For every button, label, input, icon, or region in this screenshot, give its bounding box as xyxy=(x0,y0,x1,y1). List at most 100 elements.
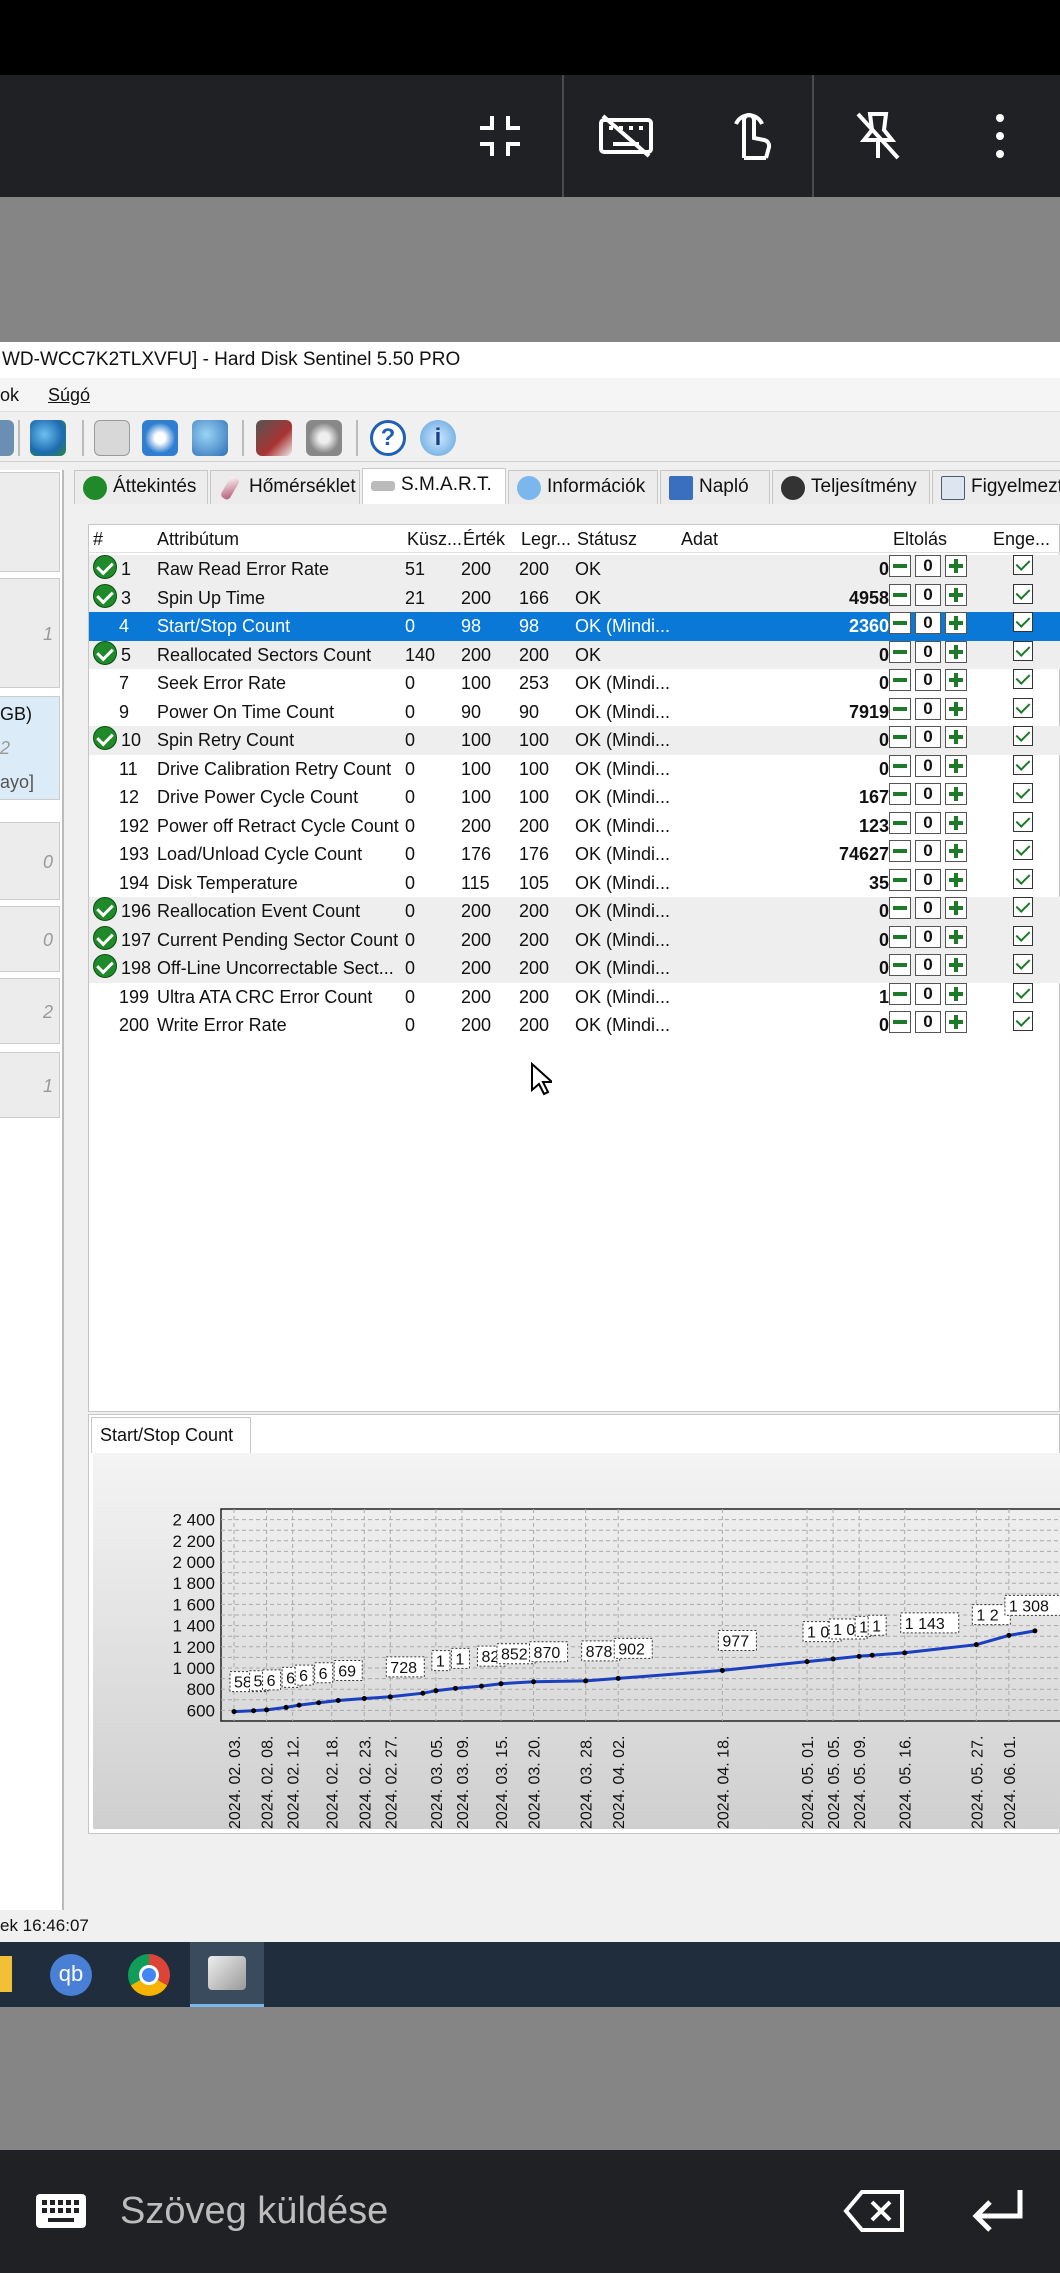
offset-decrease-button[interactable] xyxy=(889,640,911,663)
keyboard-icon[interactable] xyxy=(34,2192,88,2230)
offset-decrease-button[interactable] xyxy=(889,583,911,606)
offset-value[interactable]: 0 xyxy=(915,868,941,891)
table-row[interactable]: 1 Raw Read Error Rate 51 200 200 OK 0 0 xyxy=(89,555,1060,584)
sound-icon[interactable] xyxy=(306,420,342,456)
offset-value[interactable]: 0 xyxy=(915,697,941,720)
col-header-threshold[interactable]: Küsz... xyxy=(407,525,462,553)
enabled-checkbox[interactable] xyxy=(1013,783,1033,803)
info-icon[interactable]: i xyxy=(420,420,456,456)
offset-decrease-button[interactable] xyxy=(889,868,911,891)
globe-icon[interactable] xyxy=(30,420,66,456)
enabled-checkbox[interactable] xyxy=(1013,868,1033,889)
offset-value[interactable]: 0 xyxy=(915,754,941,777)
offset-decrease-button[interactable] xyxy=(889,697,911,720)
offset-decrease-button[interactable] xyxy=(889,754,911,777)
chart-tab[interactable]: Start/Stop Count xyxy=(91,1417,251,1453)
touch-icon[interactable] xyxy=(710,75,790,197)
disk-card[interactable]: 0 xyxy=(0,822,60,900)
disk-card[interactable]: 1 xyxy=(0,578,60,688)
offset-decrease-button[interactable] xyxy=(889,925,911,948)
offset-value[interactable]: 0 xyxy=(915,612,941,634)
col-header-data[interactable]: Adat xyxy=(681,525,718,553)
offset-increase-button[interactable] xyxy=(945,612,967,634)
disk-card-selected[interactable]: GB) 2 ayo] xyxy=(0,696,60,800)
tab-overview[interactable]: Áttekintés xyxy=(74,470,208,504)
offset-increase-button[interactable] xyxy=(945,868,967,891)
offset-increase-button[interactable] xyxy=(945,754,967,777)
col-header-id[interactable]: # xyxy=(93,525,103,553)
offset-increase-button[interactable] xyxy=(945,840,967,862)
table-row[interactable]: 194 Disk Temperature 0 115 105 OK (Mindi... 35… xyxy=(89,868,1060,898)
offset-value[interactable]: 0 xyxy=(915,555,941,577)
offset-decrease-button[interactable] xyxy=(889,954,911,976)
enabled-checkbox[interactable] xyxy=(1013,612,1033,632)
table-row[interactable]: 4 Start/Stop Count 0 98 98 OK (Mindi... 2360 0 xyxy=(89,612,1060,641)
offset-value[interactable]: 0 xyxy=(915,726,941,748)
offset-increase-button[interactable] xyxy=(945,669,967,691)
offset-decrease-button[interactable] xyxy=(889,897,911,919)
col-header-worst[interactable]: Legr... xyxy=(521,525,571,553)
help-icon[interactable]: ? xyxy=(370,420,406,456)
offset-increase-button[interactable] xyxy=(945,954,967,976)
offset-increase-button[interactable] xyxy=(945,897,967,919)
col-header-offset[interactable]: Eltolás xyxy=(893,525,947,553)
offset-increase-button[interactable] xyxy=(945,783,967,805)
offset-decrease-button[interactable] xyxy=(889,726,911,748)
table-row[interactable]: 7 Seek Error Rate 0 100 253 OK (Mindi... 0 0 xyxy=(89,669,1060,698)
col-header-value[interactable]: Érték xyxy=(463,525,505,553)
disk-card[interactable]: 1 xyxy=(0,1052,60,1118)
enabled-checkbox[interactable] xyxy=(1013,954,1033,974)
offset-decrease-button[interactable] xyxy=(889,612,911,634)
offset-value[interactable]: 0 xyxy=(915,811,941,834)
offset-decrease-button[interactable] xyxy=(889,555,911,577)
table-row[interactable]: 12 Drive Power Cycle Count 0 100 100 OK (Mind… xyxy=(89,783,1060,812)
offset-value[interactable]: 0 xyxy=(915,640,941,663)
col-header-attribute[interactable]: Attribútum xyxy=(157,525,239,553)
offset-increase-button[interactable] xyxy=(945,726,967,748)
offset-increase-button[interactable] xyxy=(945,982,967,1005)
table-row[interactable]: 198 Off-Line Uncorrectable Sect... 0 200 200… xyxy=(89,954,1060,983)
enabled-checkbox[interactable] xyxy=(1013,840,1033,860)
table-row[interactable]: 192 Power off Retract Cycle Count 0 200 200 O… xyxy=(89,811,1060,841)
enabled-checkbox[interactable] xyxy=(1013,925,1033,946)
table-row[interactable]: 5 Reallocated Sectors Count 140 200 200 OK 0 0 xyxy=(89,640,1060,669)
offset-value[interactable]: 0 xyxy=(915,669,941,691)
enter-icon[interactable] xyxy=(970,2186,1026,2236)
table-row[interactable]: 9 Power On Time Count 0 90 90 OK (Mindi... 791… xyxy=(89,697,1060,727)
disk-card[interactable]: 2 xyxy=(0,978,60,1044)
offset-value[interactable]: 0 xyxy=(915,982,941,1005)
offset-value[interactable]: 0 xyxy=(915,783,941,805)
enabled-checkbox[interactable] xyxy=(1013,555,1033,575)
col-header-status[interactable]: Státusz xyxy=(577,525,637,553)
hdsentinel-taskbar-button[interactable] xyxy=(190,1942,264,2007)
network-icon[interactable] xyxy=(192,420,228,456)
enabled-checkbox[interactable] xyxy=(1013,669,1033,689)
tab-alerts[interactable]: Figyelmezt xyxy=(932,470,1060,504)
offset-increase-button[interactable] xyxy=(945,583,967,606)
table-row[interactable]: 3 Spin Up Time 21 200 166 OK 4958 0 xyxy=(89,583,1060,612)
col-header-enabled[interactable]: Enge... xyxy=(993,525,1050,553)
enabled-checkbox[interactable] xyxy=(1013,640,1033,661)
enabled-checkbox[interactable] xyxy=(1013,726,1033,746)
offset-value[interactable]: 0 xyxy=(915,954,941,976)
offset-increase-button[interactable] xyxy=(945,697,967,720)
offset-increase-button[interactable] xyxy=(945,811,967,834)
tab-information[interactable]: Információk xyxy=(508,470,658,504)
table-row[interactable]: 10 Spin Retry Count 0 100 100 OK (Mindi... 0 0 xyxy=(89,726,1060,755)
folder-icon[interactable] xyxy=(0,1956,12,1992)
table-row[interactable]: 199 Ultra ATA CRC Error Count 0 200 200 OK (M… xyxy=(89,982,1060,1012)
offset-increase-button[interactable] xyxy=(945,1011,967,1033)
offset-value[interactable]: 0 xyxy=(915,925,941,948)
offset-decrease-button[interactable] xyxy=(889,840,911,862)
disk-card[interactable]: 0 xyxy=(0,906,60,972)
offset-decrease-button[interactable] xyxy=(889,1011,911,1033)
enabled-checkbox[interactable] xyxy=(1013,982,1033,1003)
disk-card[interactable] xyxy=(0,472,60,572)
table-row[interactable]: 197 Current Pending Sector Count 0 200 200 OK… xyxy=(89,925,1060,954)
offset-value[interactable]: 0 xyxy=(915,583,941,606)
tab-log[interactable]: Napló xyxy=(660,470,770,504)
tab-performance[interactable]: Teljesítmény xyxy=(772,470,930,504)
table-row[interactable]: 200 Write Error Rate 0 200 200 OK (Mindi... 0 0 xyxy=(89,1011,1060,1040)
enabled-checkbox[interactable] xyxy=(1013,697,1033,718)
offset-increase-button[interactable] xyxy=(945,925,967,948)
